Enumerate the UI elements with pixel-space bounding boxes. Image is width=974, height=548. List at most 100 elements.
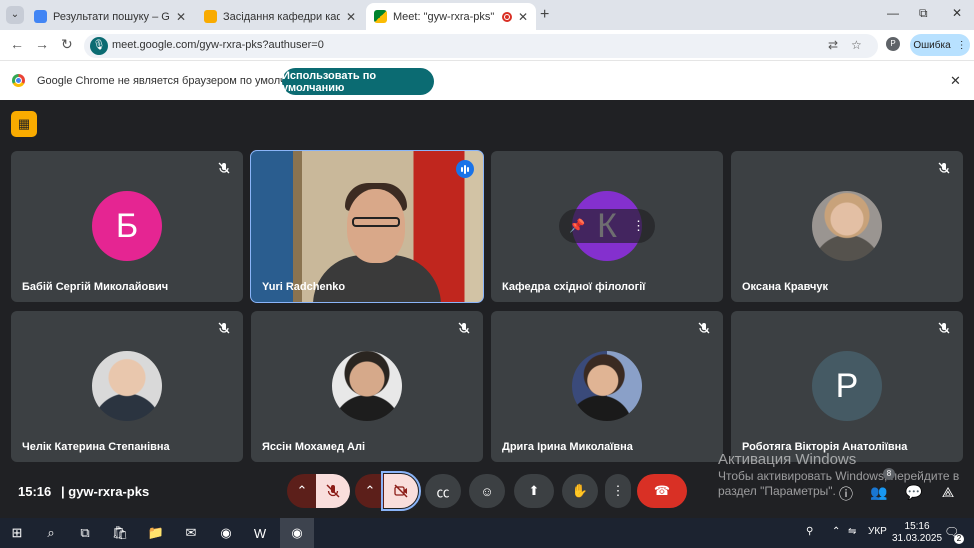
audio-options-button[interactable]: ⌃ <box>287 474 317 508</box>
pin-icon[interactable]: 📌 <box>569 218 585 234</box>
more-options-button[interactable]: ⋮ <box>605 474 631 508</box>
close-window-button[interactable]: ✕ <box>952 6 962 20</box>
url-text[interactable]: meet.google.com/gyw-rxra-pks?authuser=0 <box>112 39 324 51</box>
browser-toolbar: ← → ↻ 🎙 meet.google.com/gyw-rxra-pks?aut… <box>0 30 974 60</box>
chrome-taskbar-icon[interactable]: ◉ <box>216 523 236 543</box>
error-button[interactable]: Ошибка ⋮ <box>910 34 970 56</box>
raise-hand-button[interactable]: ✋ <box>562 474 598 508</box>
microphone-indicator-icon[interactable]: 🎙 <box>90 37 108 55</box>
participant-tile-active-speaker[interactable]: Yuri Radchenko <box>250 150 484 303</box>
close-tab-icon[interactable]: ✕ <box>518 10 528 24</box>
word-icon[interactable]: W <box>250 523 270 543</box>
show-hidden-icons[interactable]: ⌃ <box>832 526 840 537</box>
chevron-up-icon: ⌃ <box>364 483 376 498</box>
network-icon[interactable]: ⇋ <box>848 526 856 537</box>
people-icon[interactable]: 👥 <box>869 484 889 501</box>
participant-tile[interactable]: Челік Катерина Степанівна <box>11 311 243 462</box>
forward-arrow-icon[interactable]: → <box>35 36 49 52</box>
avatar-photo <box>572 351 642 421</box>
participant-video <box>251 151 483 302</box>
captions-icon: ㏄ <box>436 484 450 500</box>
chat-icon[interactable]: 💬 <box>904 484 924 501</box>
task-view-icon[interactable]: ⧉ <box>75 523 95 543</box>
tab-search-button[interactable]: ⌄ <box>6 6 24 24</box>
tab-title: Результати пошуку – Google Д <box>53 10 170 23</box>
new-tab-button[interactable]: + <box>540 6 549 24</box>
participant-name: Кафедра східної філології <box>502 281 646 293</box>
windows-activation-title: Активация Windows <box>718 451 857 468</box>
more-options-icon[interactable]: ⋮ <box>632 218 645 234</box>
search-icon[interactable]: ⌕ <box>41 523 61 543</box>
tab-meet[interactable]: Meet: "gyw-rxra-pks" ✕ <box>366 3 536 30</box>
error-label: Ошибка <box>913 39 951 51</box>
google-drive-icon <box>34 10 47 23</box>
file-explorer-icon[interactable]: 📁 <box>146 523 166 543</box>
reactions-button[interactable]: ☺ <box>469 474 505 508</box>
participant-tile[interactable]: Яссін Мохамед Алі <box>251 311 483 462</box>
classroom-icon <box>204 10 217 23</box>
muted-mic-icon <box>697 321 711 335</box>
participant-tile[interactable]: P Роботяга Вікторія Анатоліївна <box>731 311 963 462</box>
participant-tile[interactable]: Б Бабій Сергій Миколайович <box>11 151 243 302</box>
bookmark-star-icon[interactable]: ☆ <box>851 38 862 52</box>
tray-date: 31.03.2025 <box>892 533 943 544</box>
avatar-photo <box>332 351 402 421</box>
default-browser-infobar: Google Chrome не является браузером по у… <box>0 60 974 100</box>
participant-tile[interactable]: К 📌 ⋮ Кафедра східної філології <box>491 151 723 302</box>
tab-google-search[interactable]: Результати пошуку – Google Д ✕ <box>26 3 194 30</box>
present-screen-button[interactable]: ⬆ <box>514 474 554 508</box>
tab-title: Meet: "gyw-rxra-pks" <box>393 10 495 23</box>
translate-icon[interactable]: ⇄ <box>828 38 838 52</box>
participant-tile[interactable]: Дрига Ірина Миколаївна <box>491 311 723 462</box>
speaking-indicator-icon <box>456 160 474 178</box>
participant-name: Оксана Кравчук <box>742 281 829 293</box>
activities-icon[interactable]: ⟁ <box>938 484 958 501</box>
tile-hover-controls: 📌 ⋮ <box>559 209 655 243</box>
profile-avatar[interactable]: P <box>886 37 900 51</box>
muted-mic-icon <box>457 321 471 335</box>
emoji-icon: ☺ <box>480 483 494 499</box>
close-tab-icon[interactable]: ✕ <box>176 10 186 24</box>
meeting-details-icon[interactable]: ⓘ <box>836 484 856 504</box>
participant-name: Челік Катерина Степанівна <box>22 441 170 453</box>
meeting-clock: 15:16 <box>18 484 52 499</box>
infobar-message: Google Chrome не является браузером по у… <box>37 75 316 87</box>
browser-tab-strip: ⌄ Результати пошуку – Google Д ✕ Засідан… <box>0 0 974 30</box>
set-default-button[interactable]: Использовать по умолчанию <box>282 68 434 95</box>
meet-stage: ▦ Б Бабій Сергій Миколайович Yuri Radche… <box>0 100 974 518</box>
address-bar[interactable]: 🎙 meet.google.com/gyw-rxra-pks?authuser=… <box>84 34 878 58</box>
more-vert-icon: ⋮ <box>611 483 625 498</box>
meeting-code: | gyw-rxra-pks <box>61 484 150 499</box>
chrome-active-taskbar-icon[interactable]: ◉ <box>280 518 314 548</box>
avatar-photo <box>92 351 162 421</box>
video-options-button[interactable]: ⌃ <box>355 474 385 508</box>
minimize-button[interactable]: — <box>887 6 899 20</box>
language-indicator[interactable]: УКР <box>868 526 887 537</box>
microphone-toggle-button[interactable] <box>316 474 350 508</box>
participant-name: Бабій Сергій Миколайович <box>22 281 169 293</box>
mail-icon[interactable]: ✉ <box>181 523 201 543</box>
mic-off-icon <box>326 484 340 498</box>
close-tab-icon[interactable]: ✕ <box>346 10 356 24</box>
notifications-badge: 2 <box>954 534 964 544</box>
person-icon[interactable]: ⚲ <box>806 526 813 537</box>
camera-toggle-button[interactable] <box>381 471 421 511</box>
infobar-close-icon[interactable]: ✕ <box>950 73 961 89</box>
participant-tile[interactable]: Оксана Кравчук <box>731 151 963 302</box>
tab-department-meeting[interactable]: Засідання кафедри кафедра сх ✕ <box>196 3 364 30</box>
participant-name: Дрига Ірина Миколаївна <box>502 441 633 453</box>
hang-up-icon: ☎ <box>653 483 671 498</box>
hidden-tiles-icon[interactable]: ▦ <box>11 111 37 137</box>
captions-button[interactable]: ㏄ <box>425 474 461 508</box>
participant-name: Yuri Radchenko <box>262 281 346 293</box>
leave-call-button[interactable]: ☎ <box>637 474 687 508</box>
back-arrow-icon[interactable]: ← <box>10 36 24 52</box>
present-icon: ⬆ <box>528 483 540 498</box>
reload-icon[interactable]: ↻ <box>61 36 73 53</box>
meeting-code-text: gyw-rxra-pks <box>68 484 150 499</box>
restore-button[interactable]: ⧉ <box>919 6 928 21</box>
store-icon[interactable]: 🛍 <box>110 523 130 543</box>
tray-clock[interactable]: 15:16 31.03.2025 <box>892 521 942 545</box>
muted-mic-icon <box>937 321 951 335</box>
windows-start-icon[interactable]: ⊞ <box>7 523 27 543</box>
